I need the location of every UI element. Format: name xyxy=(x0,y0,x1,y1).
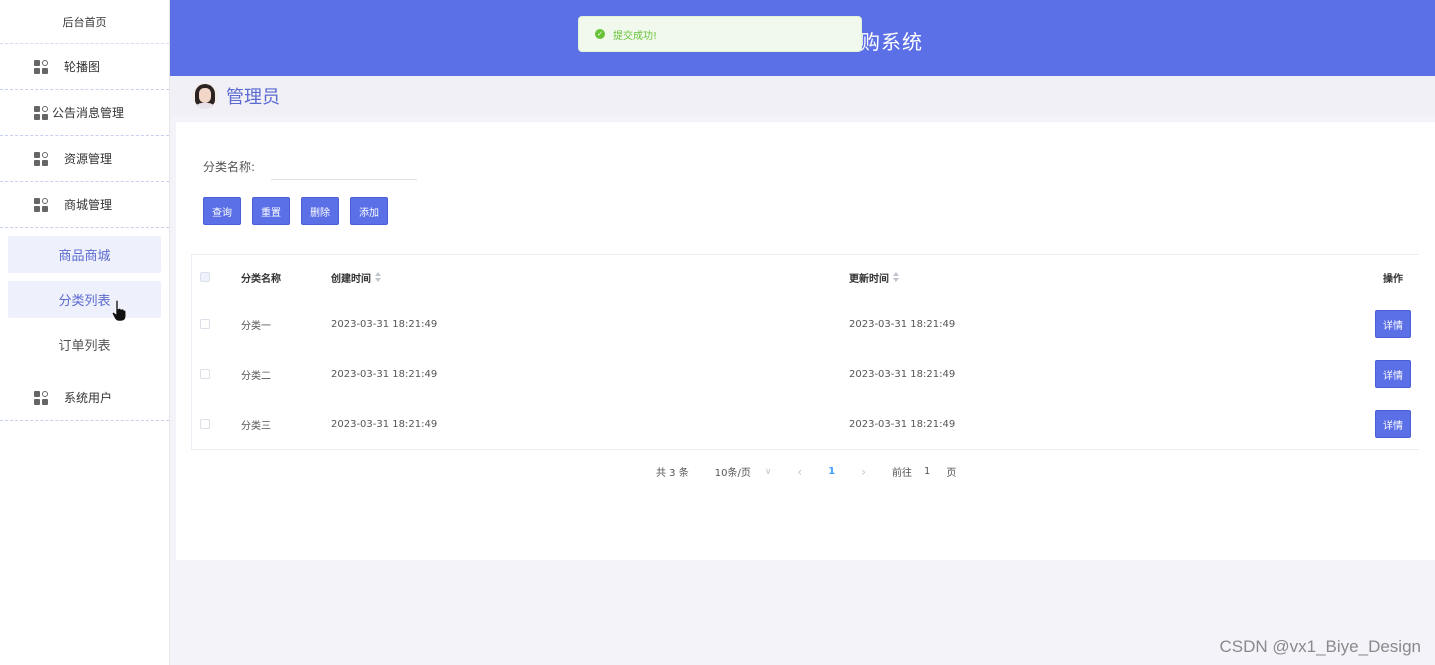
select-all-checkbox[interactable] xyxy=(200,272,210,282)
cell-created: 2023-03-31 18:21:49 xyxy=(331,318,438,330)
goto-label: 前往 xyxy=(892,468,913,479)
action-buttons: 查询 重置 删除 添加 xyxy=(203,197,388,225)
detail-button[interactable]: 详情 xyxy=(1375,360,1411,388)
reset-button[interactable]: 重置 xyxy=(252,197,290,225)
sidebar-item-label: 公告消息管理 xyxy=(52,106,125,120)
sidebar-item-label: 资源管理 xyxy=(64,152,113,166)
grid-icon xyxy=(34,59,48,74)
search-label: 分类名称: xyxy=(203,159,256,174)
detail-button[interactable]: 详情 xyxy=(1375,310,1411,338)
sidebar-item-label: 商城管理 xyxy=(64,198,113,212)
table-header: 分类名称 创建时间 更新时间 操作 xyxy=(192,255,1419,299)
username[interactable]: 管理员 xyxy=(226,83,280,109)
sidebar-item-label: 轮播图 xyxy=(64,60,101,74)
submenu-item-products[interactable]: 商品商城 xyxy=(8,236,161,273)
sidebar-item-announcements[interactable]: 公告消息管理 xyxy=(0,90,169,136)
chevron-down-icon: ∨ xyxy=(764,466,772,477)
sidebar-home-link[interactable]: 后台首页 xyxy=(0,0,169,44)
sidebar-item-carousel[interactable]: 轮播图 xyxy=(0,44,169,90)
category-name-input[interactable] xyxy=(271,152,417,180)
page-number-current[interactable]: 1 xyxy=(828,466,835,477)
cell-created: 2023-03-31 18:21:49 xyxy=(331,368,438,380)
cell-name: 分类二 xyxy=(241,370,271,382)
user-bar: 管理员 xyxy=(170,76,1435,116)
page-size-select[interactable]: 10条/页 ∨ xyxy=(715,464,772,480)
grid-icon xyxy=(34,151,48,166)
cell-name: 分类一 xyxy=(241,320,271,332)
column-header-name: 分类名称 xyxy=(241,273,281,285)
page-suffix: 页 xyxy=(946,468,957,479)
system-title: 购系统 xyxy=(860,30,923,54)
grid-icon xyxy=(34,197,48,212)
grid-icon xyxy=(34,390,48,405)
row-checkbox[interactable] xyxy=(200,419,210,429)
sidebar-item-resources[interactable]: 资源管理 xyxy=(0,136,169,182)
add-button[interactable]: 添加 xyxy=(350,197,388,225)
toast-message: 提交成功! xyxy=(613,30,658,42)
check-circle-icon: ✓ xyxy=(595,29,605,39)
table-row: 分类一 2023-03-31 18:21:49 2023-03-31 18:21… xyxy=(192,299,1419,349)
prev-page-icon[interactable]: ‹ xyxy=(797,465,802,479)
query-button[interactable]: 查询 xyxy=(203,197,241,225)
delete-button[interactable]: 删除 xyxy=(301,197,339,225)
row-checkbox[interactable] xyxy=(200,319,210,329)
cell-name: 分类三 xyxy=(241,420,271,432)
column-header-created[interactable]: 创建时间 xyxy=(331,270,849,285)
sort-icon[interactable] xyxy=(375,272,382,282)
table-row: 分类二 2023-03-31 18:21:49 2023-03-31 18:21… xyxy=(192,349,1419,399)
main-content: 分类名称: 查询 重置 删除 添加 分类名称 创建时间 更新时间 操作 分类一 … xyxy=(176,122,1435,560)
table-row: 分类三 2023-03-31 18:21:49 2023-03-31 18:21… xyxy=(192,399,1419,449)
success-toast: ✓ 提交成功! xyxy=(578,16,862,52)
hand-cursor-icon xyxy=(112,300,126,322)
pagination: 共 3 条 10条/页 ∨ ‹ 1 › 前往 1 页 xyxy=(656,464,957,480)
submenu-item-categories[interactable]: 分类列表 xyxy=(8,281,161,318)
sort-icon[interactable] xyxy=(893,272,900,282)
next-page-icon[interactable]: › xyxy=(861,465,866,479)
sidebar-item-mall[interactable]: 商城管理 xyxy=(0,182,169,228)
sidebar: 后台首页 轮播图 公告消息管理 资源管理 商城管理 商品商城 分类列表 订单列表… xyxy=(0,0,170,665)
column-header-updated[interactable]: 更新时间 xyxy=(849,270,1367,285)
submenu-item-orders[interactable]: 订单列表 xyxy=(8,326,161,363)
category-table: 分类名称 创建时间 更新时间 操作 分类一 2023-03-31 18:21:4… xyxy=(191,254,1419,450)
cell-updated: 2023-03-31 18:21:49 xyxy=(849,318,956,330)
sidebar-item-label: 系统用户 xyxy=(64,391,113,405)
cell-updated: 2023-03-31 18:21:49 xyxy=(849,368,956,380)
goto-page-input[interactable]: 1 xyxy=(924,466,930,477)
search-form: 分类名称: xyxy=(203,152,417,180)
detail-button[interactable]: 详情 xyxy=(1375,410,1411,438)
pagination-total: 共 3 条 xyxy=(656,468,689,479)
avatar[interactable] xyxy=(192,83,218,109)
watermark: CSDN @vx1_Biye_Design xyxy=(1219,637,1421,656)
sidebar-item-users[interactable]: 系统用户 xyxy=(0,375,169,421)
sidebar-submenu-mall: 商品商城 分类列表 订单列表 xyxy=(0,228,169,375)
column-header-actions: 操作 xyxy=(1383,273,1403,285)
grid-icon xyxy=(34,105,48,120)
cell-created: 2023-03-31 18:21:49 xyxy=(331,418,438,430)
row-checkbox[interactable] xyxy=(200,369,210,379)
cell-updated: 2023-03-31 18:21:49 xyxy=(849,418,956,430)
